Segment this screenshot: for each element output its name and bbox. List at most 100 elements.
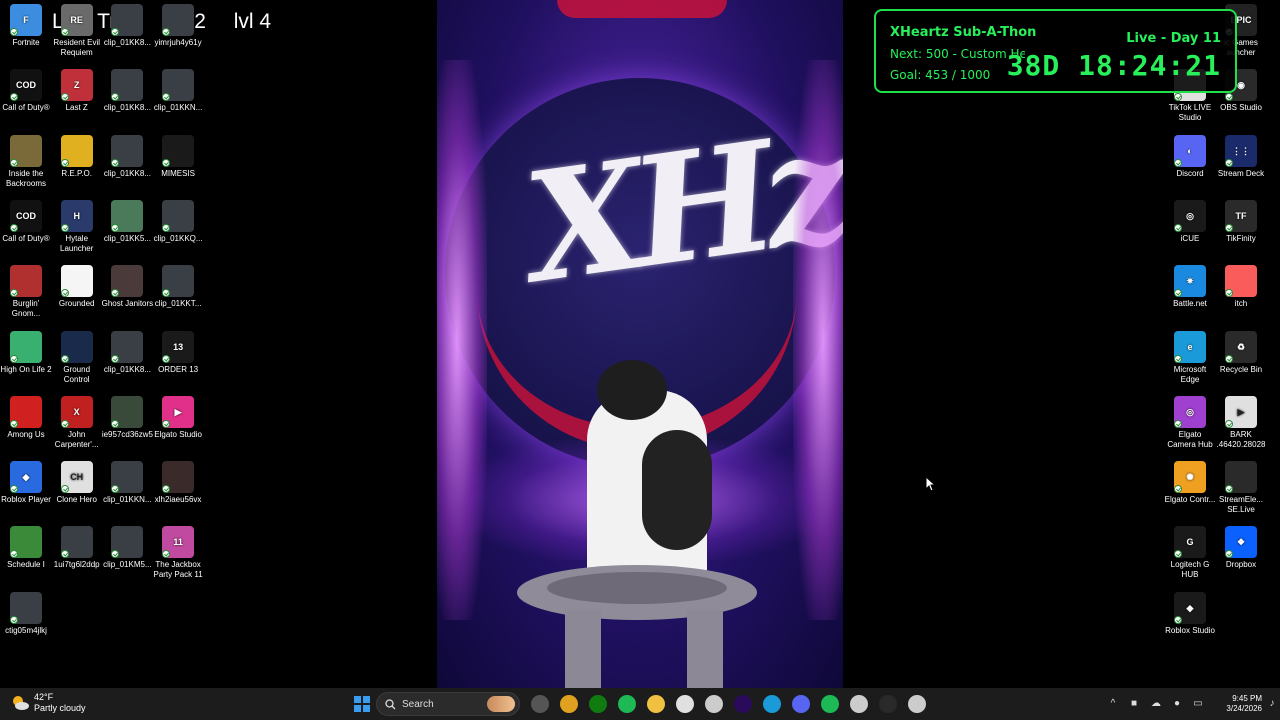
desktop-icon-grounded[interactable]: Grounded [51, 265, 103, 309]
desktop-icon-clip-01kk8[interactable]: clip_01KK8... [101, 134, 153, 179]
desktop-icon-roblox-player[interactable]: ◆ Roblox Player [0, 461, 52, 505]
yimrjuh4y61y-icon [162, 4, 195, 36]
sync-status-icon [10, 485, 18, 494]
sync-status-icon [10, 28, 18, 36]
taskbar-xbox-button[interactable] [586, 692, 610, 716]
sync-status-icon [162, 289, 171, 298]
desktop-icon-yimrjuh4y61y[interactable]: yimrjuh4y61y [152, 4, 204, 48]
desktop-icon-ie957cd36zw5[interactable]: ie957cd36zw5 [101, 395, 153, 440]
desktop-icon-r-e-p-o[interactable]: R.E.P.O. [51, 134, 103, 179]
desktop-icon-ctig05m4jlkj[interactable]: ctig05m4jlkj [0, 591, 52, 636]
tray-app-icon[interactable]: ■ [1128, 698, 1140, 710]
search-icon [385, 698, 396, 709]
notification-bell-icon[interactable]: ♪ [1266, 698, 1278, 710]
desktop-icon-roblox-studio[interactable]: ◆ Roblox Studio [1164, 591, 1216, 636]
weather-desc: Partly cloudy [34, 703, 86, 713]
desktop-icon-clip-01kk8[interactable]: clip_01KK8... [101, 4, 153, 48]
desktop-icon-high-on-life-2[interactable]: High On Life 2 [0, 330, 52, 375]
taskbar-spotify-2-button[interactable] [818, 692, 842, 716]
desktop-icon-stream-deck[interactable]: ⋮⋮ Stream Deck [1215, 134, 1267, 179]
desktop-icon-clip-01kkn[interactable]: clip_01KKN... [152, 69, 204, 113]
desktop-icon-clip-01kk5[interactable]: clip_01KK5... [101, 199, 153, 244]
desktop-icon-label: ctig05m4jlkj [5, 625, 47, 635]
desktop-icon-label: OBS Studio [1220, 103, 1262, 113]
sync-status-icon [1225, 93, 1233, 102]
desktop-icon-mimesis[interactable]: MIMESIS [152, 134, 204, 179]
desktop-icon-label: Last Z [65, 103, 88, 113]
icue-icon: ◎ [1174, 199, 1206, 232]
desktop-icon-icue[interactable]: ◎ iCUE [1164, 199, 1216, 244]
desktop-icon-label: Call of Duty® [2, 103, 50, 113]
desktop-icon-hytale-launcher[interactable]: H Hytale Launcher [51, 199, 103, 254]
roblox-player-icon: ◆ [10, 461, 42, 494]
desktop-icon-the-jackbox-party-pack-11[interactable]: 11 The Jackbox Party Pack 11 [152, 526, 204, 580]
desktop-icon-elgato-contr[interactable]: ✺ Elgato Contr... [1164, 461, 1216, 505]
taskbar-premiere-button[interactable] [731, 692, 755, 716]
taskbar-tikfinity-button[interactable] [876, 692, 900, 716]
desktop-icon-tikfinity[interactable]: TF TikFinity [1215, 199, 1267, 244]
desktop-icon-discord[interactable]: ◐ Discord [1164, 134, 1216, 179]
desktop-icon-1ui7tg6l2ddp[interactable]: 1ui7tg6l2ddp [51, 526, 103, 570]
chevron-up-icon[interactable]: ^ [1107, 698, 1119, 710]
desktop-icon-inside-the-backrooms[interactable]: Inside the Backrooms [0, 134, 52, 189]
weather-widget[interactable]: 42°F Partly cloudy [10, 692, 86, 714]
taskbar-search[interactable]: Search [376, 692, 520, 716]
clock-date: 3/24/2026 [1226, 704, 1262, 713]
desktop-icon-recycle-bin[interactable]: ♻ Recycle Bin [1215, 330, 1267, 375]
desktop-icon-microsoft-edge[interactable]: e Microsoft Edge [1164, 330, 1216, 385]
desktop-icon-ghost-janitors[interactable]: Ghost Janitors [101, 265, 153, 309]
taskbar-edge-button[interactable] [760, 692, 784, 716]
desktop-icon-last-z[interactable]: Z Last Z [51, 69, 103, 113]
ctig05m4jlkj-icon [10, 591, 42, 624]
desktop-icon-john-carpenter[interactable]: X John Carpenter'... [51, 395, 103, 450]
desktop-icon-clip-01km5[interactable]: clip_01KM5... [101, 526, 153, 570]
desktop-icon-elgato-studio[interactable]: ▶ Elgato Studio [152, 395, 204, 440]
desktop-icon-clip-01kk8[interactable]: clip_01KK8... [101, 330, 153, 375]
taskbar-store-button[interactable] [673, 692, 697, 716]
desktop-icon-elgato-camera-hub[interactable]: ◎ Elgato Camera Hub [1164, 395, 1216, 450]
onedrive-icon[interactable]: ☁ [1150, 698, 1162, 710]
desktop-icon-burglin-gnom[interactable]: Burglin' Gnom... [0, 265, 52, 319]
desktop-icon-call-of-duty[interactable]: COD Call of Duty® [0, 69, 52, 113]
desktop-icon-clip-01kkq[interactable]: clip_01KKQ... [152, 199, 204, 244]
order-13-icon: 13 [162, 330, 195, 363]
desktop-icon-logitech-g-hub[interactable]: G Logitech G HUB [1164, 526, 1216, 580]
desktop-icon-fortnite[interactable]: F Fortnite [0, 4, 52, 48]
desktop-icon-itch[interactable]: itch [1215, 265, 1267, 309]
start-button[interactable] [350, 692, 374, 716]
desktop-icon-xlh2iaeu56vx[interactable]: xlh2iaeu56vx [152, 461, 204, 505]
desktop-icon-label: Clone Hero [56, 495, 97, 505]
taskbar-chrome-button[interactable] [557, 692, 581, 716]
desktop-icon-clip-01kkt[interactable]: clip_01KKT... [152, 265, 204, 309]
taskbar-task-view-button[interactable] [528, 692, 552, 716]
desktop-icon-schedule-i[interactable]: Schedule I [0, 526, 52, 570]
taskbar-spotify-button[interactable] [615, 692, 639, 716]
desktop-icon-label: clip_01KKT... [154, 299, 202, 309]
hytale-launcher-icon: H [60, 199, 93, 232]
taskbar-steam-button[interactable] [905, 692, 929, 716]
desktop-icon-battle-net[interactable]: ✷ Battle.net [1164, 265, 1216, 309]
taskbar-file-explorer-button[interactable] [644, 692, 668, 716]
sync-status-icon [10, 223, 18, 232]
desktop-icon-streamele-se-live[interactable]: StreamEle... SE.Live [1215, 461, 1267, 515]
sync-status-icon [1174, 289, 1182, 298]
among-us-icon [10, 395, 42, 428]
desktop-icon-resident-evil-requiem[interactable]: RE Resident Evil Requiem [51, 4, 103, 58]
desktop-icon-clip-01kk8[interactable]: clip_01KK8... [101, 69, 153, 113]
taskbar-settings-button[interactable] [702, 692, 726, 716]
taskbar-discord-button[interactable] [789, 692, 813, 716]
desktop-icon-clip-01kkn[interactable]: clip_01KKN... [101, 461, 153, 505]
clock[interactable]: 9:45 PM 3/24/2026 [1202, 694, 1262, 714]
sync-status-icon [111, 158, 120, 167]
desktop-icon-label: TikTok LIVE Studio [1168, 103, 1212, 123]
microphone-icon[interactable]: ● [1171, 698, 1183, 710]
desktop-icon-bark-46420-28028[interactable]: ▶ BARK .46420.28028 [1215, 395, 1267, 450]
desktop-icon-call-of-duty[interactable]: COD Call of Duty® [0, 199, 52, 244]
desktop-icon-order-13[interactable]: 13 ORDER 13 [152, 330, 204, 375]
desktop-icon-ground-control[interactable]: Ground Control [51, 330, 103, 385]
desktop-icon-dropbox[interactable]: ❖ Dropbox [1215, 526, 1267, 570]
desktop-icon-clone-hero[interactable]: CH Clone Hero [51, 461, 103, 505]
desktop-icon-among-us[interactable]: Among Us [0, 395, 52, 440]
settings-icon [705, 695, 723, 713]
taskbar-obs-button[interactable] [847, 692, 871, 716]
